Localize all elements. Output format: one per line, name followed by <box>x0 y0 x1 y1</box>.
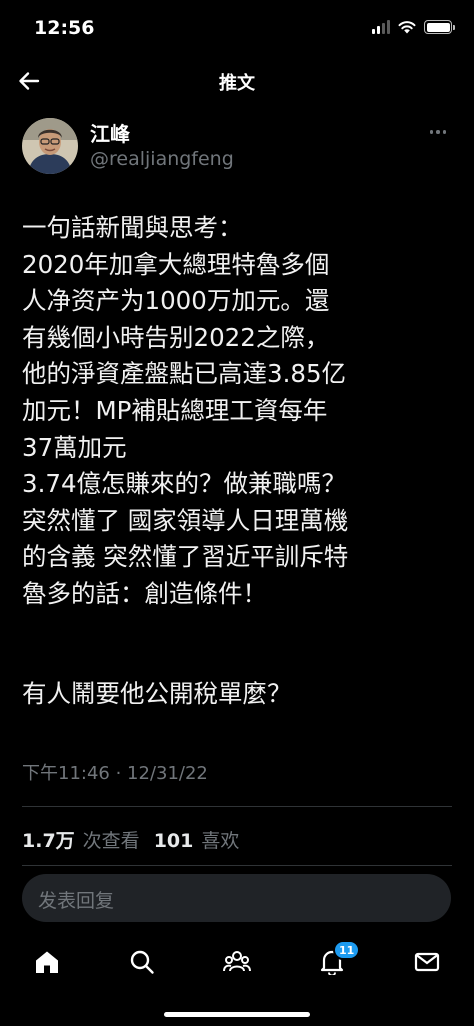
bottom-nav: 11 <box>0 934 474 986</box>
home-indicator[interactable] <box>164 1012 310 1017</box>
nav-notifications[interactable]: 11 <box>312 940 361 982</box>
nav-search[interactable] <box>122 942 162 982</box>
divider <box>22 865 452 866</box>
battery-icon <box>424 20 455 34</box>
tweet-text-line: 的含義 突然懂了習近平訓斥特 <box>22 542 349 572</box>
signal-icon <box>372 20 390 34</box>
reply-input[interactable]: 发表回复 <box>22 874 451 922</box>
author-name[interactable]: 江峰 <box>90 118 130 147</box>
search-icon <box>130 950 154 974</box>
tweet-timestamp[interactable]: 下午11:46 · 12/31/22 <box>22 759 208 785</box>
more-options-button[interactable] <box>424 122 452 142</box>
tweet-text-line: 有幾個小時告别2022之際， <box>22 322 330 352</box>
top-header: 推文 <box>0 56 474 106</box>
avatar[interactable] <box>22 118 78 174</box>
tweet-text-line: 加元！MP補貼總理工資每年 <box>22 395 328 425</box>
tweet-stats: 1.7万 次查看 101 喜欢 <box>22 826 253 853</box>
tweet-text-line: 一句話新聞與思考： <box>22 213 243 242</box>
likes-count[interactable]: 101 <box>154 830 194 852</box>
views-count[interactable]: 1.7万 <box>22 826 75 853</box>
tweet-text: 一句話新聞與思考： 2020年加拿大總理特魯多個 人净资产为1000万加元。還 … <box>22 210 452 613</box>
nav-home[interactable] <box>27 942 67 982</box>
tweet-text-line: 人净资产为1000万加元。還 <box>22 286 330 316</box>
divider <box>22 806 452 807</box>
status-icons <box>372 20 455 34</box>
tweet-text-line: 2020年加拿大總理特魯多個 <box>22 249 330 279</box>
tweet-author: 江峰 @realjiangfeng <box>22 118 452 182</box>
tweet-text-line: 他的淨資產盤點已高達3.85亿 <box>22 359 347 389</box>
page-title: 推文 <box>219 73 255 94</box>
nav-communities[interactable] <box>217 942 257 982</box>
avatar-image <box>22 118 78 174</box>
tweet-text-line: 37萬加元 <box>22 432 127 462</box>
views-label[interactable]: 次查看 <box>83 826 140 853</box>
author-handle[interactable]: @realjiangfeng <box>90 148 234 170</box>
tweet-text-line: 魯多的話：創造條件！ <box>22 578 267 608</box>
tweet-detail-screen: 12:56 推文 江峰 @realjiangfeng 一句話新聞與思考： 202… <box>0 0 474 1026</box>
wifi-icon <box>398 21 416 34</box>
communities-icon <box>223 951 251 972</box>
likes-label[interactable]: 喜欢 <box>201 826 239 853</box>
tweet-text-line: 突然懂了 國家領導人日理萬機 <box>22 505 349 535</box>
tweet-text-line: 3.74億怎賺來的？做兼職嗎？ <box>22 469 347 499</box>
notifications-badge: 11 <box>333 940 361 960</box>
mail-icon <box>414 952 440 972</box>
tweet-text-last-paragraph: 有人鬧要他公開稅單麼？ <box>22 679 292 708</box>
reply-placeholder: 发表回复 <box>38 890 115 912</box>
nav-messages[interactable] <box>407 942 447 982</box>
home-icon <box>36 951 58 973</box>
status-time: 12:56 <box>34 17 95 39</box>
status-bar: 12:56 <box>0 0 474 56</box>
more-horizontal-icon <box>429 130 434 134</box>
